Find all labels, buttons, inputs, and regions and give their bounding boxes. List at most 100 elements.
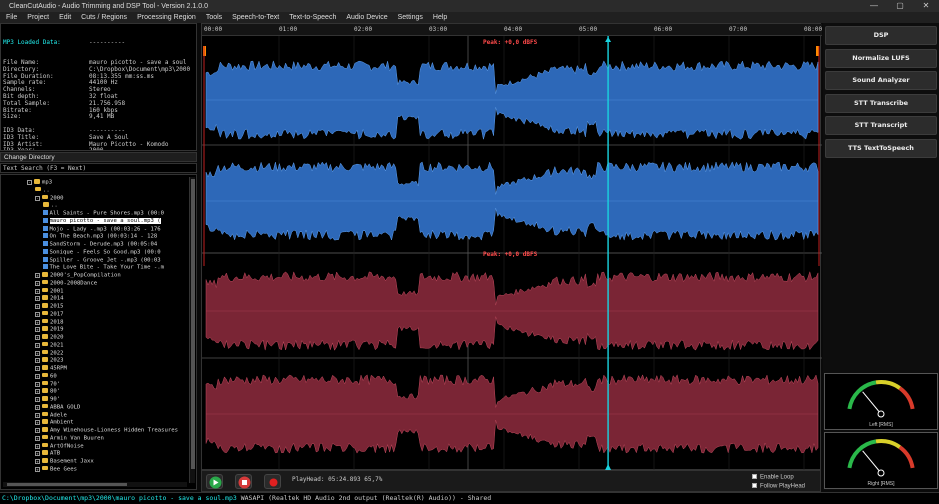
tree-node[interactable]: mauro picotto - save a soul.mp3 (: [43, 217, 161, 226]
menu-item[interactable]: Tools: [206, 14, 222, 21]
tree-node[interactable]: +2018: [35, 318, 63, 327]
tree-node[interactable]: All Saints - Pure Shores.mp3 (00:0: [43, 210, 164, 218]
tree-node[interactable]: +2015: [35, 303, 63, 311]
menu-item[interactable]: File: [6, 14, 17, 21]
tree-node[interactable]: +60: [35, 372, 57, 381]
tree-node[interactable]: Sonique - Feels So Good.mp3 (00:0: [43, 248, 161, 257]
time-ruler[interactable]: 00:00 01:00 02:00 03:00 04:00 05:00 06:00 07:00…: [202, 24, 822, 36]
tree-node[interactable]: +2000's_PopCompilation: [35, 272, 121, 280]
expand-icon[interactable]: +: [35, 381, 40, 387]
expand-icon[interactable]: +: [35, 358, 40, 364]
tts-texttospeech-button[interactable]: TTS TextToSpeech: [825, 139, 937, 158]
tree-node[interactable]: + Amy Winehouse-Lioness Hidden Treasures: [35, 427, 178, 435]
expand-icon[interactable]: +: [35, 451, 40, 457]
expand-icon[interactable]: +: [35, 335, 40, 340]
file-tree[interactable]: - mp3.. -2000.. All Saints - Pure Shores.mp…: [0, 174, 197, 490]
expand-icon[interactable]: +: [35, 412, 40, 418]
tree-node[interactable]: Mojo - Lady -.mp3 (00:03:26 - 176: [43, 225, 161, 234]
stt-transcribe-button[interactable]: STT Transcribe: [825, 94, 937, 113]
tree-node[interactable]: + Basement Jaxx: [35, 458, 94, 466]
tree-node[interactable]: + Bee Gees: [35, 465, 77, 474]
expand-icon[interactable]: +: [35, 273, 40, 278]
tree-node[interactable]: + Armin Van Buuren: [35, 434, 104, 443]
menu-item[interactable]: Speech-to-Text: [232, 14, 279, 21]
tree-node[interactable]: - mp3: [27, 179, 52, 187]
expand-icon[interactable]: +: [35, 373, 40, 379]
expand-icon[interactable]: +: [35, 319, 40, 325]
tree-node[interactable]: SandStorm - Derude.mp3 (00:05:04: [43, 241, 157, 249]
menu-item[interactable]: Help: [433, 14, 447, 21]
tree-node[interactable]: On The Beach.mp3 (00:03:14 - 128: [43, 233, 157, 241]
sound-analyzer-button[interactable]: Sound Analyzer: [825, 71, 937, 90]
tree-horizontal-scrollbar[interactable]: [3, 482, 187, 487]
tree-node-label: Mojo - Lady -.mp3 (00:03:26 - 176: [49, 226, 161, 232]
follow-playhead-checkbox[interactable]: Follow PlayHead: [752, 483, 805, 490]
tree-node[interactable]: + Adele: [35, 411, 67, 420]
tree-node[interactable]: + ArtOfNoise: [35, 442, 84, 451]
waveform-view[interactable]: 00:00 01:00 02:00 03:00 04:00 05:00 06:00 07:00…: [201, 23, 822, 470]
tree-node[interactable]: +2023: [35, 357, 63, 365]
expand-icon[interactable]: +: [35, 389, 40, 395]
expand-icon[interactable]: +: [35, 327, 40, 333]
tree-vertical-scrollbar[interactable]: [189, 177, 195, 483]
menu-item[interactable]: Processing Region: [137, 14, 196, 21]
expand-icon[interactable]: +: [35, 397, 40, 402]
tree-node[interactable]: +2014: [35, 295, 63, 303]
collapse-icon[interactable]: -: [27, 180, 32, 185]
tree-node[interactable]: The Love Bite - Take Your Time -.m: [43, 264, 164, 272]
stt-transcript-button[interactable]: STT Transcript: [825, 116, 937, 135]
expand-icon[interactable]: +: [35, 466, 40, 472]
expand-icon[interactable]: +: [35, 304, 40, 309]
expand-icon[interactable]: +: [35, 342, 40, 348]
tree-node[interactable]: +45RPM: [35, 365, 67, 373]
expand-icon[interactable]: +: [35, 443, 40, 449]
tree-node[interactable]: +2017: [35, 310, 63, 319]
waveform-canvas[interactable]: Peak: +0,0 dBFS Peak: +0,0 dBFS: [202, 36, 822, 470]
expand-icon[interactable]: +: [35, 404, 40, 410]
expand-icon[interactable]: +: [35, 435, 40, 441]
tree-node[interactable]: + ATB: [35, 450, 60, 458]
expand-icon[interactable]: +: [35, 280, 40, 286]
minimize-icon[interactable]: —: [861, 0, 887, 12]
tree-node[interactable]: +2020: [35, 334, 63, 342]
tree-node[interactable]: ..: [43, 202, 58, 210]
menu-item[interactable]: Edit: [59, 14, 71, 21]
close-icon[interactable]: ✕: [913, 0, 939, 12]
tree-node[interactable]: +2021: [35, 341, 63, 350]
expand-icon[interactable]: +: [35, 459, 40, 464]
dsp-button[interactable]: DSP: [825, 26, 937, 45]
maximize-icon[interactable]: ▢: [887, 0, 913, 12]
tree-node[interactable]: +80': [35, 388, 60, 396]
enable-loop-checkbox[interactable]: Enable Loop: [752, 474, 794, 481]
normalize-lufs-button[interactable]: Normalize LUFS: [825, 49, 937, 68]
expand-icon[interactable]: +: [35, 296, 40, 302]
stop-button[interactable]: [235, 474, 252, 489]
menu-item[interactable]: Settings: [398, 14, 423, 21]
change-directory-button[interactable]: Change Directory: [0, 152, 197, 162]
tree-node[interactable]: +2001: [35, 287, 63, 296]
tree-node[interactable]: +2019: [35, 326, 63, 334]
tree-node[interactable]: +90': [35, 396, 60, 404]
expand-icon[interactable]: +: [35, 288, 40, 294]
expand-icon[interactable]: +: [35, 366, 40, 371]
tree-node[interactable]: - 2000: [35, 194, 63, 203]
expand-icon[interactable]: +: [35, 350, 40, 356]
tree-node[interactable]: Spiller - Groove Jet -.mp3 (00:03: [43, 256, 161, 265]
text-search-input[interactable]: Text Search (F3 = Next): [0, 163, 197, 173]
tree-node[interactable]: +2000-2008Dance: [35, 279, 97, 288]
menu-item[interactable]: Audio Device: [346, 14, 387, 21]
menu-item[interactable]: Project: [27, 14, 49, 21]
tree-node[interactable]: +2022: [35, 349, 63, 358]
menu-item[interactable]: Cuts / Regions: [81, 14, 127, 21]
record-button[interactable]: [264, 474, 281, 489]
expand-icon[interactable]: +: [35, 428, 40, 433]
collapse-icon[interactable]: -: [35, 195, 40, 201]
tree-node[interactable]: ..: [35, 186, 50, 195]
play-button[interactable]: [206, 474, 223, 489]
tree-node[interactable]: + ABBA GOLD: [35, 403, 80, 412]
tree-node[interactable]: + Ambient: [35, 419, 74, 427]
menu-item[interactable]: Text-to-Speech: [289, 14, 336, 21]
expand-icon[interactable]: +: [35, 420, 40, 426]
tree-node[interactable]: +70': [35, 380, 60, 389]
expand-icon[interactable]: +: [35, 311, 40, 317]
